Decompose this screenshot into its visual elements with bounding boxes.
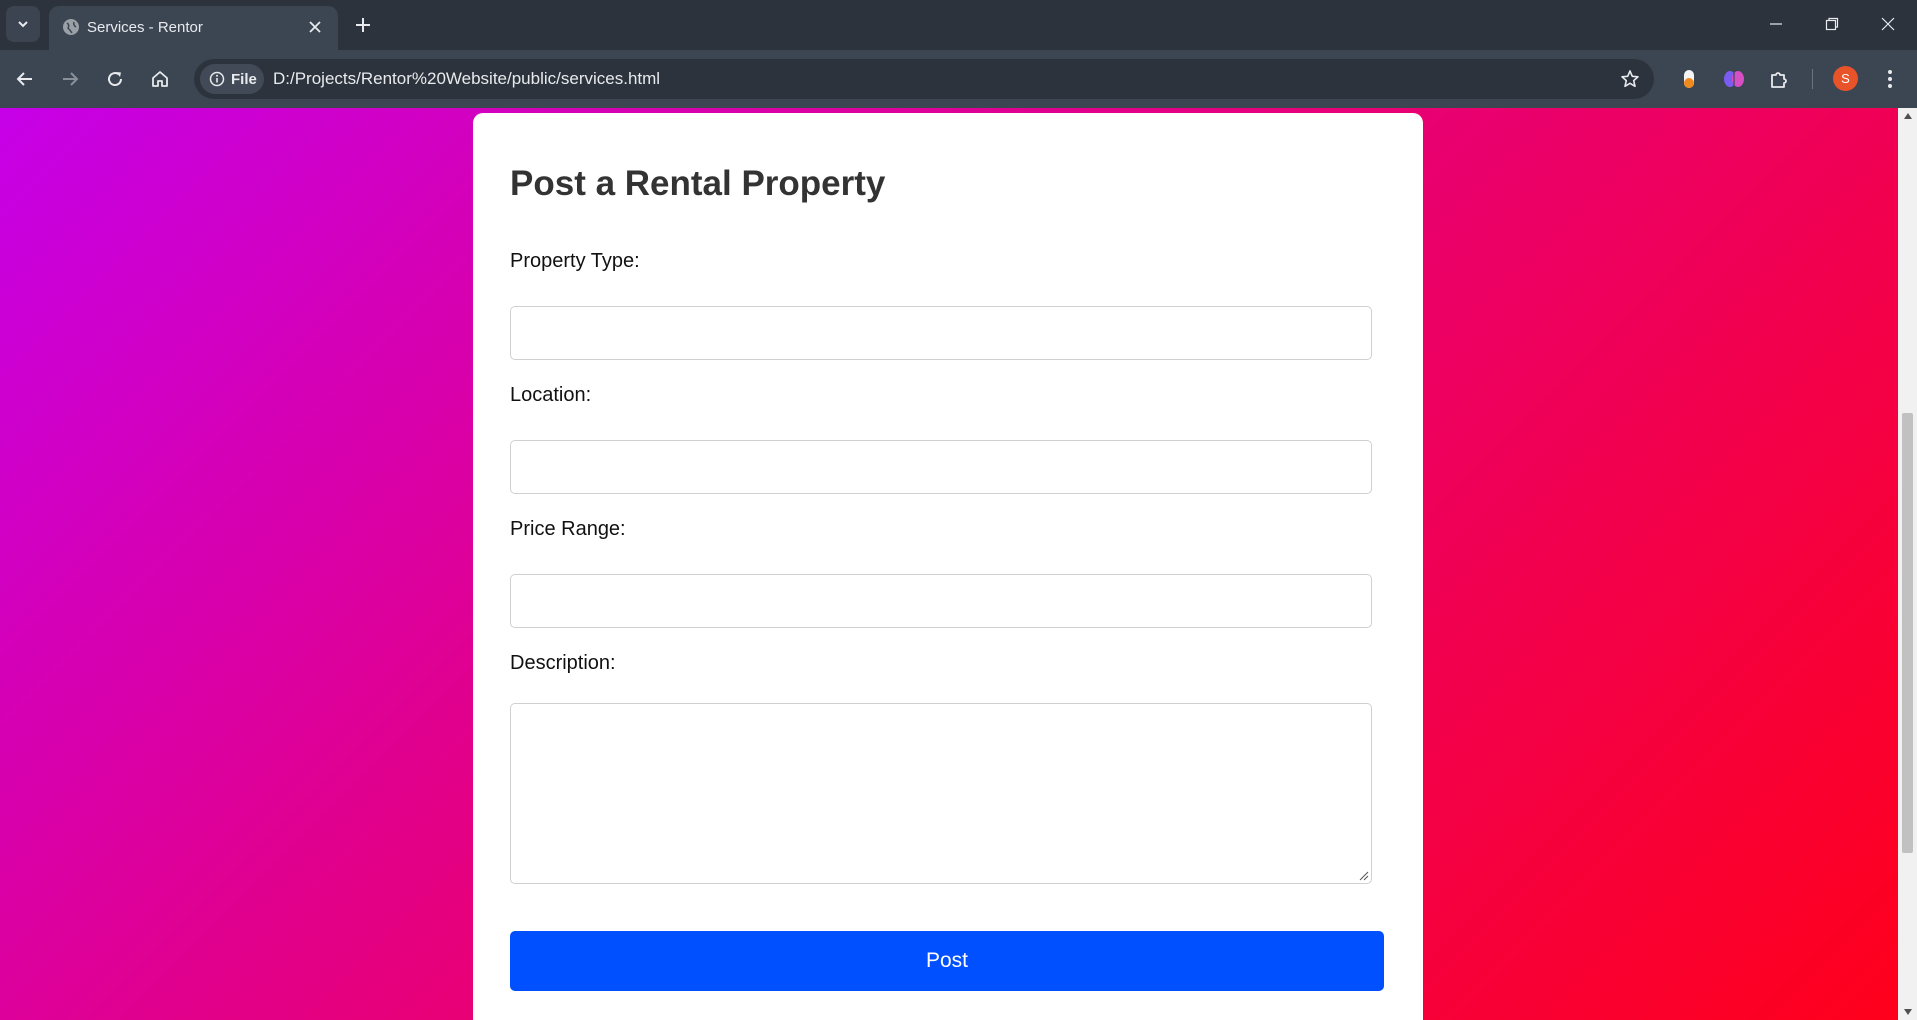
address-bar[interactable]: File D:/Projects/Rentor%20Website/public… [194,59,1654,99]
location-input[interactable] [510,440,1372,494]
extension-button-2[interactable] [1720,65,1748,93]
minimize-icon [1770,23,1782,25]
minimize-button[interactable] [1748,0,1804,48]
restore-button[interactable] [1804,0,1860,48]
post-property-form: Post a Rental Property Property Type: Lo… [473,113,1423,1020]
triangle-down-icon [1903,1009,1912,1015]
page-scrollbar[interactable] [1898,108,1917,1020]
arrow-left-icon [16,72,32,86]
triangle-up-icon [1903,113,1912,119]
profile-initial: S [1841,71,1850,86]
star-icon [1621,70,1639,88]
scrollbar-thumb[interactable] [1902,413,1913,853]
extensions-menu-button[interactable] [1765,65,1793,93]
forward-button[interactable] [54,63,86,95]
restore-icon [1825,17,1839,31]
globe-icon [63,19,79,35]
reload-button[interactable] [99,63,131,95]
toolbar-divider [1812,69,1813,89]
form-title: Post a Rental Property [510,164,886,203]
tab-close-button[interactable] [304,16,326,38]
profile-avatar[interactable]: S [1833,66,1858,91]
browser-toolbar: File D:/Projects/Rentor%20Website/public… [0,50,1917,108]
tab-search-button[interactable] [6,6,40,42]
browser-menu-button[interactable] [1876,65,1904,93]
window-close-button[interactable] [1860,0,1916,48]
property-type-label: Property Type: [510,250,640,272]
description-textarea[interactable] [510,703,1372,884]
close-icon [1881,17,1895,31]
location-label: Location: [510,384,592,406]
url-text: D:/Projects/Rentor%20Website/public/serv… [273,69,661,88]
scroll-down-button[interactable] [1898,1004,1917,1020]
site-info-chip[interactable]: File [200,64,264,94]
reload-icon [108,72,123,87]
page-viewport: Post a Rental Property Property Type: Lo… [0,108,1917,1020]
tab-strip: Services - Rentor [0,0,1917,50]
post-button[interactable]: Post [510,931,1384,991]
price-range-input[interactable] [510,574,1372,628]
extension-button-1[interactable] [1675,65,1703,93]
close-icon [309,21,321,33]
info-icon [209,71,225,87]
price-range-label: Price Range: [510,518,626,540]
arrow-right-icon [63,72,79,86]
post-button-label: Post [925,949,969,972]
scroll-up-button[interactable] [1898,108,1917,124]
puzzle-icon [1771,72,1787,88]
back-button[interactable] [9,63,41,95]
description-label: Description: [510,652,616,674]
bookmark-button[interactable] [1616,65,1644,93]
property-type-input[interactable] [510,306,1372,360]
kebab-menu-icon [1888,70,1892,88]
extension-brain-icon [1724,71,1744,87]
active-tab[interactable]: Services - Rentor [49,6,338,50]
new-tab-button[interactable] [350,12,376,38]
home-button[interactable] [144,63,176,95]
extension-pill-icon [1684,70,1694,88]
plus-icon [356,18,370,32]
site-chip-label: File [231,70,257,88]
home-icon [152,71,168,87]
tab-title: Services - Rentor [87,19,203,36]
chevron-down-icon [18,21,28,28]
resize-grip-icon[interactable] [1357,869,1369,881]
